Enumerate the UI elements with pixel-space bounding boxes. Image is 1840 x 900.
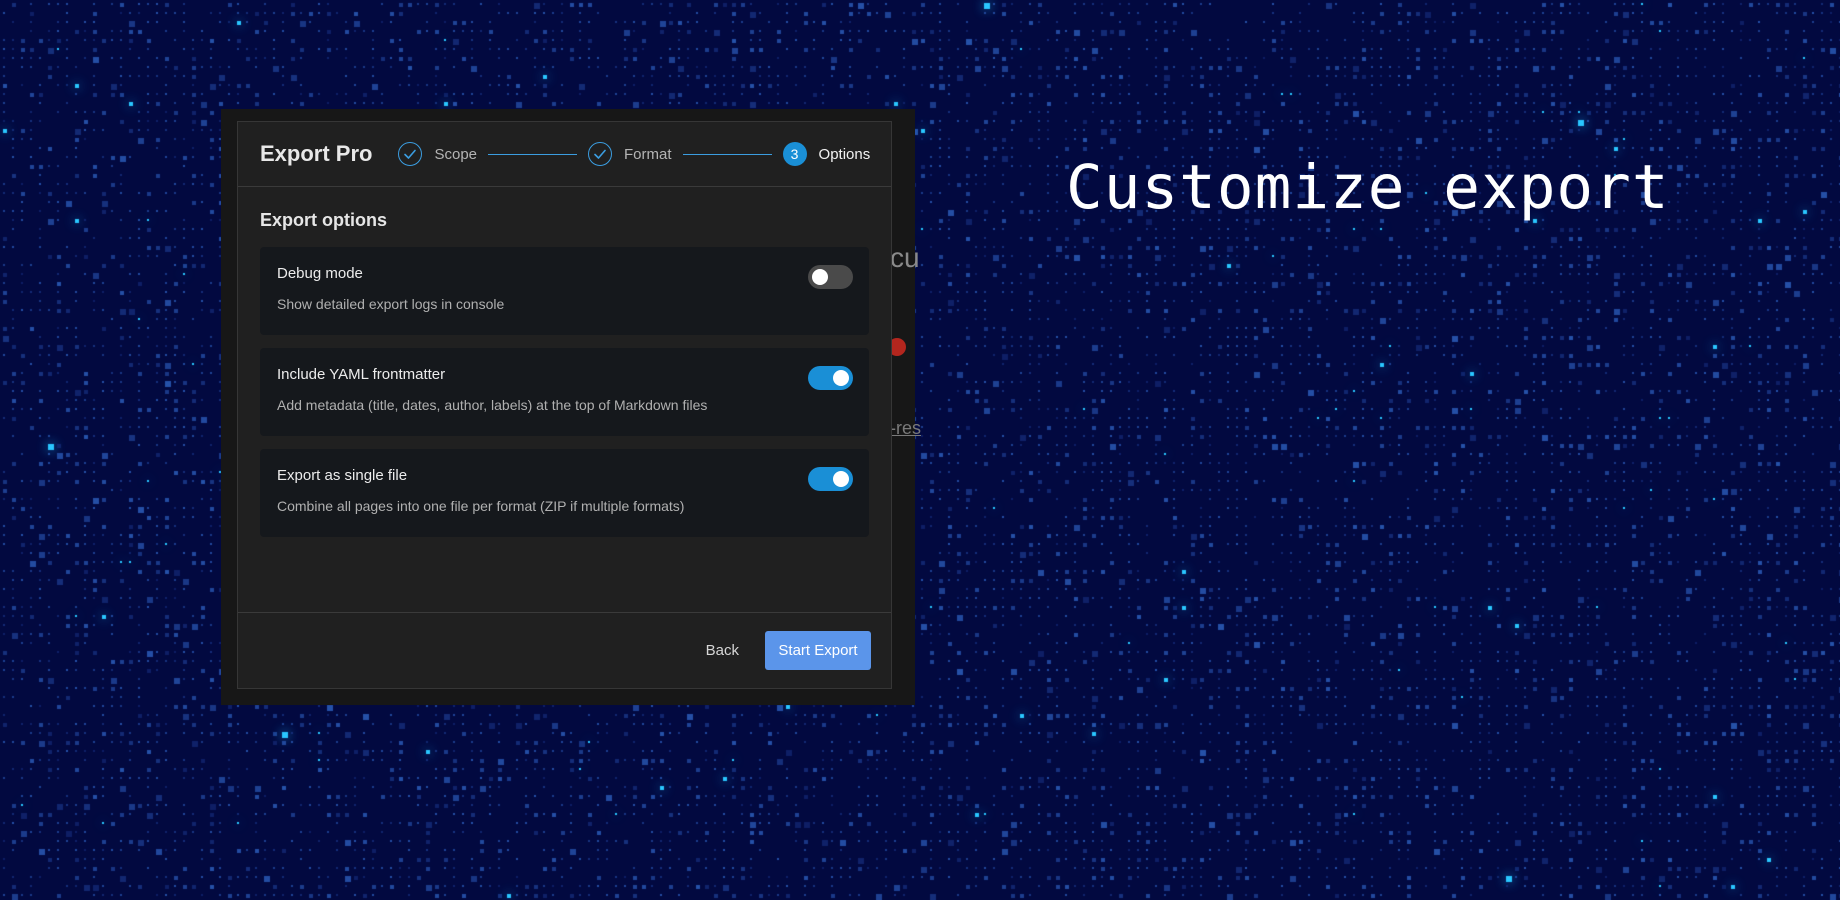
debug-mode-toggle[interactable] [808, 265, 853, 289]
step-options: 3 Options [782, 142, 871, 166]
start-export-button[interactable]: Start Export [765, 631, 871, 670]
toggle-knob [812, 269, 828, 285]
step-label: Options [818, 145, 871, 163]
option-title: Include YAML frontmatter [277, 366, 446, 383]
section-title: Export options [260, 210, 387, 230]
option-description: Add metadata (title, dates, author, labe… [277, 397, 708, 413]
app-title: Export Pro [260, 141, 373, 166]
step-number: 3 [782, 142, 807, 166]
back-button[interactable]: Back [706, 642, 739, 659]
step-connector [682, 153, 772, 155]
step-label: Format [624, 145, 672, 163]
export-dialog: Export Pro Scope Format 3 Options Export… [237, 121, 892, 689]
option-description: Show detailed export logs in console [277, 296, 505, 312]
toggle-knob [833, 471, 849, 487]
step-connector [488, 153, 578, 155]
option-yaml-frontmatter: Include YAML frontmatter Add metadata (t… [260, 348, 869, 436]
yaml-frontmatter-toggle[interactable] [808, 366, 853, 390]
option-title: Debug mode [277, 265, 363, 282]
option-title: Export as single file [277, 467, 408, 484]
background-headline: Customize export [1066, 152, 1670, 223]
step-scope: Scope [398, 142, 477, 166]
background-page-link-fragment: -res [890, 418, 921, 438]
step-complete-check-icon [588, 142, 613, 166]
option-debug-mode: Debug mode Show detailed export logs in … [260, 247, 869, 335]
step-label: Scope [434, 145, 478, 163]
toggle-knob [833, 370, 849, 386]
step-format: Format [588, 142, 672, 166]
step-indicator: Scope Format 3 Options [398, 142, 870, 166]
option-description: Combine all pages into one file per form… [277, 498, 685, 514]
single-file-toggle[interactable] [808, 467, 853, 491]
dialog-body: Export options Debug mode Show detailed … [238, 187, 891, 537]
step-complete-check-icon [398, 142, 423, 166]
dialog-header: Export Pro Scope Format 3 Options [238, 122, 891, 187]
option-single-file: Export as single file Combine all pages … [260, 449, 869, 537]
dialog-footer: Back Start Export [238, 612, 891, 688]
background-page-fragment: cu [890, 242, 920, 273]
